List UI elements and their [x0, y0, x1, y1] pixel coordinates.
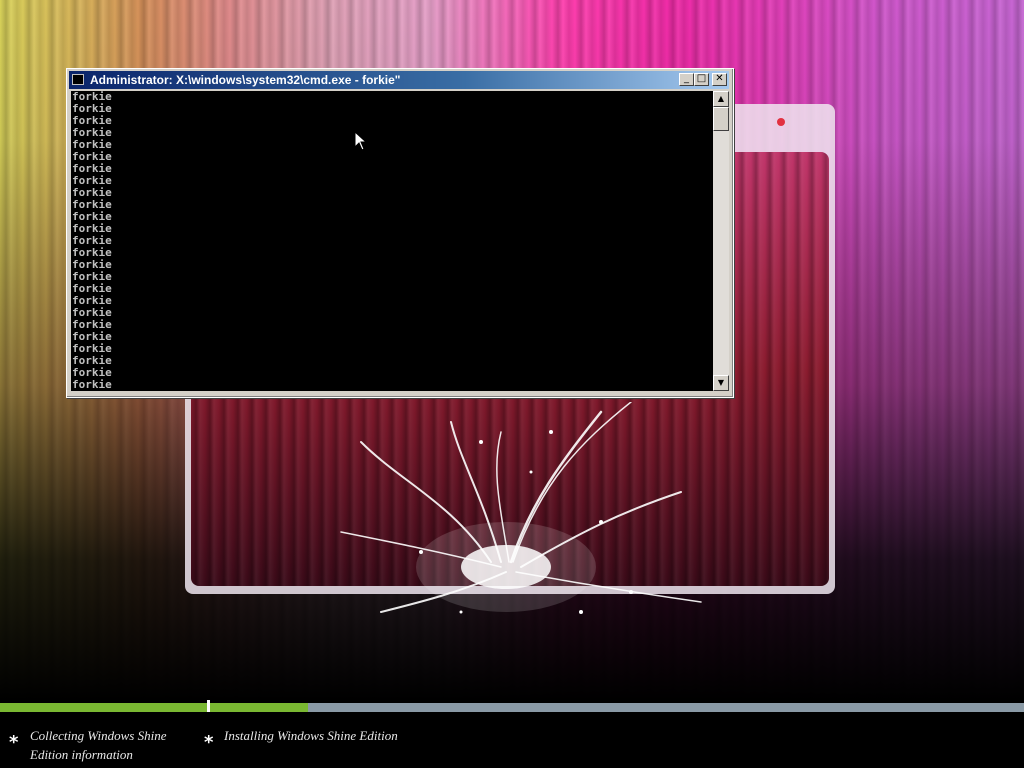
setup-status-bar: * Collecting Windows Shine Edition infor…: [0, 712, 1024, 768]
scroll-down-button[interactable]: ▼: [713, 375, 729, 391]
step-bullet-collecting: *: [9, 732, 19, 753]
console-line: forkie: [72, 330, 112, 343]
console-line: forkie: [72, 162, 112, 175]
console-line: forkie: [72, 306, 112, 319]
vertical-scrollbar[interactable]: ▲ ▼: [713, 91, 729, 391]
cmd-window-title: Administrator: X:\windows\system32\cmd.e…: [90, 73, 401, 87]
maximize-button[interactable]: □: [694, 73, 709, 86]
console-output[interactable]: forkie forkie forkie forkie forkie forkie fork…: [71, 91, 713, 391]
console-line: forkie: [72, 378, 112, 391]
console-line: forkie: [72, 91, 112, 103]
frame-close-dot-icon: [777, 118, 785, 126]
console-line: forkie: [72, 294, 112, 307]
light-flower-graphic: [340, 402, 702, 614]
console-icon[interactable]: [72, 74, 84, 85]
console-line: forkie: [72, 138, 112, 151]
console-line: forkie: [72, 366, 112, 379]
console-line: forkie: [72, 102, 112, 115]
step-collecting-label: Collecting Windows Shine Edition informa…: [30, 726, 167, 764]
console-line: forkie: [72, 318, 112, 331]
scroll-up-button[interactable]: ▲: [713, 91, 729, 107]
close-button[interactable]: ✕: [712, 73, 727, 86]
console-line: forkie: [72, 282, 112, 295]
cmd-titlebar[interactable]: Administrator: X:\windows\system32\cmd.e…: [69, 71, 729, 89]
step-collecting-line2: Edition information: [30, 747, 133, 762]
console-line: forkie: [72, 270, 112, 283]
cmd-window[interactable]: Administrator: X:\windows\system32\cmd.e…: [66, 68, 734, 398]
console-line: forkie: [72, 126, 112, 139]
console-line: forkie: [72, 246, 112, 259]
minimize-button[interactable]: _: [679, 73, 694, 86]
step-collecting-line1: Collecting Windows Shine: [30, 728, 167, 743]
console-line: forkie: [72, 114, 112, 127]
step-installing-label: Installing Windows Shine Edition: [224, 726, 398, 745]
progress-bar-installing: [210, 703, 1024, 712]
console-line: forkie: [72, 210, 112, 223]
progress-bar-collecting: [0, 703, 207, 712]
console-line: forkie: [72, 186, 112, 199]
console-line: forkie: [72, 222, 112, 235]
console-line: forkie: [72, 198, 112, 211]
scrollbar-thumb[interactable]: [713, 107, 729, 131]
progress-fill-installing: [210, 703, 308, 712]
step-installing-line1: Installing Windows Shine Edition: [224, 728, 398, 743]
console-line: forkie: [72, 150, 112, 163]
progress-fill-collecting: [0, 703, 207, 712]
console-line: forkie: [72, 258, 112, 271]
console-line: forkie: [72, 234, 112, 247]
console-line: forkie: [72, 342, 112, 355]
console-line: forkie: [72, 174, 112, 187]
mouse-pointer-icon: [354, 131, 368, 151]
step-bullet-installing: *: [204, 732, 214, 753]
console-line: forkie: [72, 354, 112, 367]
